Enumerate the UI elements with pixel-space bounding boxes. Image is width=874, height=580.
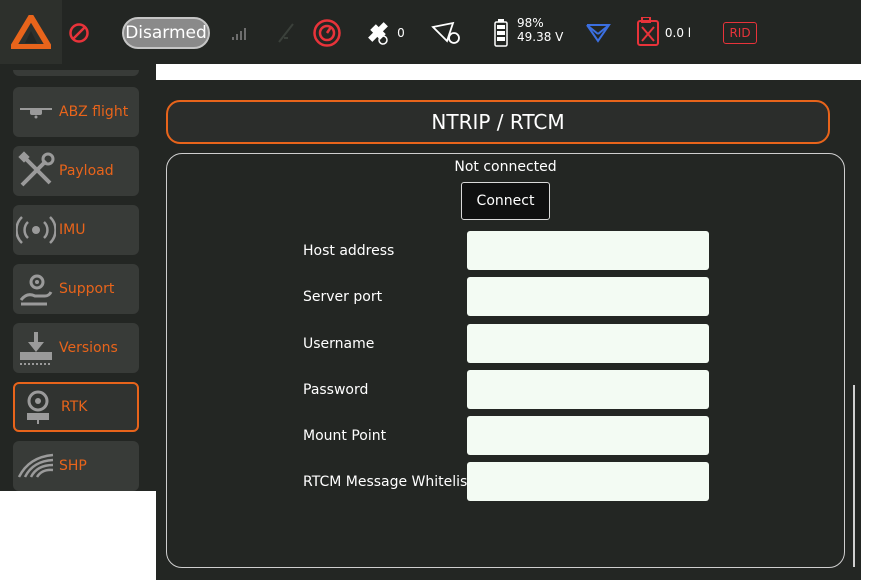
server-port-label: Server port [303, 289, 383, 305]
mount-point-label: Mount Point [303, 428, 387, 444]
server-port-input[interactable] [467, 277, 709, 316]
menu-item-label: IMU [59, 222, 86, 238]
menu-item-payload[interactable]: Payload [13, 146, 139, 196]
satellite-icon[interactable] [363, 18, 393, 48]
window-edge [861, 56, 874, 580]
password-label: Password [303, 382, 369, 398]
menu-item-label: Support [59, 281, 115, 297]
menu-item-label: ABZ flight [59, 104, 129, 120]
menu-scroll-remnant [13, 70, 139, 76]
menu-item-versions[interactable]: Versions [13, 323, 139, 373]
connection-status: Not connected [454, 159, 557, 175]
navigation-mode-icon[interactable] [583, 20, 613, 46]
scrollbar[interactable] [853, 385, 855, 567]
tank-level: 0.0 l [664, 26, 692, 40]
satellite-count: 0 [397, 26, 405, 40]
link-disabled-icon [274, 20, 298, 46]
arm-status-button[interactable]: Disarmed [122, 17, 210, 49]
rtcm-whitelist-input[interactable] [467, 462, 709, 501]
battery-voltage: 49.38 V [517, 30, 564, 44]
download-tray-icon [13, 323, 59, 373]
username-label: Username [303, 336, 375, 352]
battery-icon[interactable] [492, 18, 510, 48]
connect-button[interactable]: Connect [461, 182, 550, 220]
host-address-input[interactable] [467, 231, 709, 270]
rtcm-whitelist-label: RTCM Message Whitelist [303, 474, 473, 490]
battery-percent: 98% [517, 16, 544, 30]
battery-readout: 98% 49.38 V [517, 16, 573, 44]
signal-strength-icon [230, 24, 250, 42]
menu-item-label: Payload [59, 163, 114, 179]
menu-item-shp[interactable]: SHP [13, 441, 139, 491]
rtk-station-icon [15, 382, 61, 432]
menu-item-support[interactable]: Support [13, 264, 139, 314]
menu-item-rtk[interactable]: RTK [13, 382, 139, 432]
menu-item-abz-flight[interactable]: ABZ flight [13, 87, 139, 137]
signal-waves-icon [13, 205, 59, 255]
menu-item-label: RTK [61, 399, 88, 415]
host-address-label: Host address [303, 243, 395, 259]
disarm-icon[interactable] [66, 20, 92, 46]
tank-empty-icon[interactable] [635, 16, 661, 48]
page-title: NTRIP / RTCM [166, 100, 830, 144]
mount-point-input[interactable] [467, 416, 709, 455]
app-logo-button[interactable] [0, 0, 62, 64]
password-input[interactable] [467, 370, 709, 409]
menu-item-label: SHP [59, 458, 87, 474]
menu-item-imu[interactable]: IMU [13, 205, 139, 255]
tools-icon [13, 146, 59, 196]
support-hand-gear-icon [13, 264, 59, 314]
app-logo-icon [11, 15, 51, 49]
drone-icon [13, 87, 59, 137]
compass-calibration-icon[interactable] [430, 20, 464, 46]
remote-id-badge[interactable]: RID [723, 22, 757, 44]
username-input[interactable] [467, 324, 709, 363]
field-rows-icon [13, 441, 59, 491]
menu-item-label: Versions [59, 340, 118, 356]
timer-alert-icon[interactable] [311, 17, 343, 49]
